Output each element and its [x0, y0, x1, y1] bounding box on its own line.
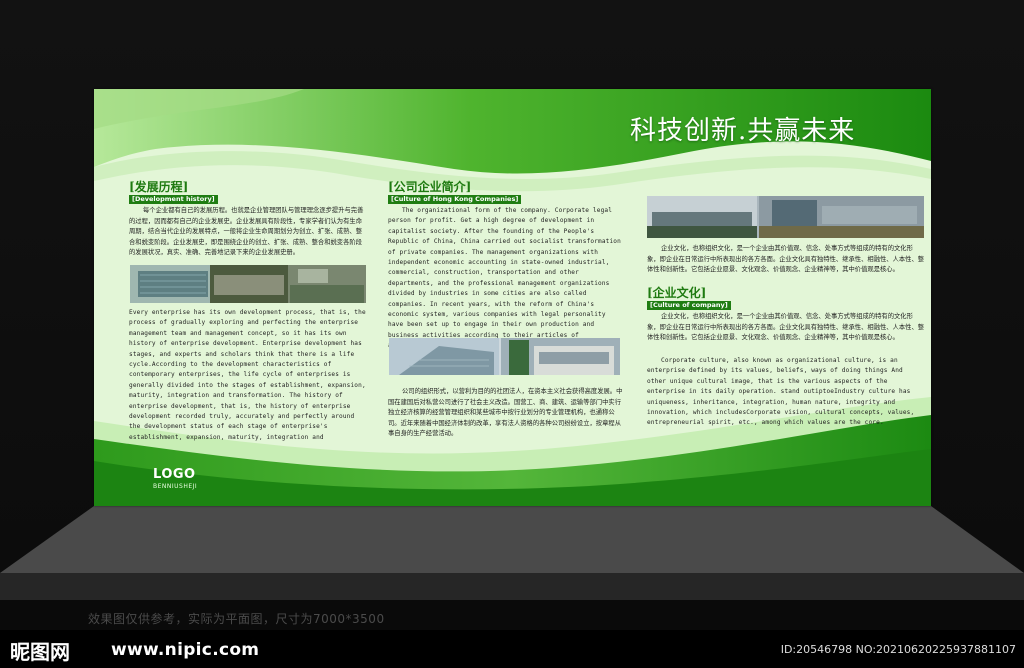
site-url-link[interactable]: www.nipic.com: [111, 640, 259, 660]
column-company-profile: [公司企业简介] [Culture of Hong Kong Companies…: [388, 180, 624, 446]
paragraph-history-en: Every enterprise has its own development…: [129, 309, 366, 441]
slogan-title: 科技创新.共赢未来: [630, 116, 856, 146]
heading-development-history-en: [Development history]: [129, 195, 218, 204]
heading-company-profile-en: [Culture of Hong Kong Companies]: [388, 195, 522, 204]
photo-campus-lake: [647, 196, 924, 238]
heading-culture-en: [Culture of company]: [647, 301, 731, 310]
column-development-history: [发展历程] [Development history] 每个企业都有自己的发展…: [129, 180, 367, 442]
paragraph-history-cn: 每个企业都有自己的发展历程。也就是企业管理团队与管理理念逐步提升与完善的过程，因…: [129, 207, 364, 257]
paragraph-culture-en: Corporate culture, also known as organiz…: [647, 357, 915, 427]
company-logo: LOGO: [153, 467, 196, 482]
heading-company-profile-cn: [公司企业简介]: [388, 180, 472, 194]
photo-office-buildings: [389, 338, 620, 375]
heading-culture-cn: [企业文化]: [647, 286, 707, 300]
company-logo-subtitle: BENNIUSHEJI: [153, 483, 198, 490]
paragraph-culture-cn-top: 企业文化，也称组织文化，是一个企业由其价值观、信念、处事方式等组成的特有的文化形…: [647, 245, 925, 273]
paragraph-company-en: The organizational form of the company. …: [388, 207, 621, 349]
site-logo[interactable]: 昵图网: [10, 636, 70, 665]
photo-building-glass: [130, 265, 366, 303]
paragraph-company-cn: 公司的组织形式，以营利为目的的社团法人，在资本主义社会获得高度发展。中国在建国后…: [388, 388, 623, 438]
render-caption: 效果图仅供参考，实际为平面图，尺寸为7000*3500: [88, 612, 385, 626]
column-corporate-culture: 企业文化，也称组织文化，是一个企业由其价值观、信念、处事方式等组成的特有的文化形…: [647, 244, 925, 444]
paragraph-culture-cn: 企业文化，也称组织文化，是一个企业由其价值观、信念、处事方式等组成的特有的文化形…: [647, 313, 925, 341]
image-id-label: ID:20546798 NO:20210620225937881107: [780, 643, 1016, 656]
heading-development-history-cn: [发展历程]: [129, 180, 189, 194]
